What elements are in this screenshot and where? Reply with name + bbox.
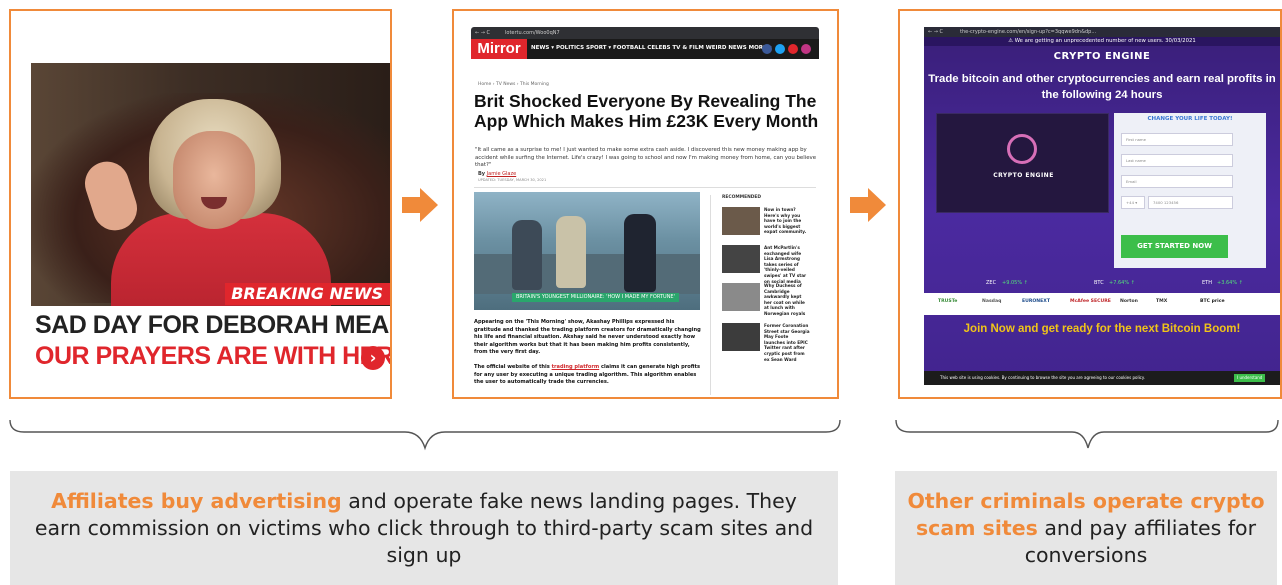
- thumbnail: [722, 245, 760, 273]
- article-headline: Brit Shocked Everyone By Revealing The A…: [474, 91, 819, 131]
- byline-prefix: By: [478, 171, 486, 177]
- diagram: BREAKING NEWS SAD DAY FOR DEBORAH MEADEN…: [0, 0, 1282, 585]
- play-icon[interactable]: [1007, 134, 1037, 164]
- recommended-text: Why Duchess of Cambridge awkwardly kept …: [764, 283, 806, 316]
- breadcrumb[interactable]: Home › TV News › This Morning: [478, 82, 549, 87]
- recommended-item[interactable]: Former Coronation Street star Georgia Ma…: [722, 323, 810, 362]
- guest: [624, 214, 656, 292]
- woman-face: [173, 131, 255, 229]
- arrow-right-icon: [402, 188, 438, 222]
- updated-date: UPDATED: TUESDAY, MARCH 30, 2021: [478, 178, 547, 182]
- ticker-value: +9.05% ↑: [1002, 280, 1028, 286]
- author-link[interactable]: Jamie Glaze: [487, 171, 517, 177]
- video-logo: CRYPTO ENGINE: [993, 172, 1054, 179]
- price-ticker: ZEC +9.05% ↑ BTC +7.64% ↑ ETH +3.64% ↑: [924, 273, 1280, 293]
- chevron-right-icon[interactable]: ›: [361, 346, 385, 370]
- browser-nav-icons: ← → C: [475, 30, 491, 36]
- mirror-nav: Mirror NEWS ▾ POLITICS SPORT ▾ FOOTBALL …: [471, 39, 819, 59]
- browser-bar: ← → C lotertu.com/Woo0qN7: [471, 27, 819, 39]
- panel-fake-news-page: ← → C lotertu.com/Woo0qN7 Mirror NEWS ▾ …: [452, 9, 839, 399]
- breaking-news-badge: BREAKING NEWS: [225, 283, 390, 305]
- mirror-logo[interactable]: Mirror: [471, 39, 527, 59]
- paragraph-text: The official website of this: [474, 363, 550, 370]
- join-now-banner: Join Now and get ready for the next Bitc…: [963, 323, 1241, 335]
- browser-nav-icons: ← → C: [928, 29, 944, 35]
- ad-subheadline: OUR PRAYERS ARE WITH HER: [35, 342, 391, 370]
- first-name-field[interactable]: First name: [1121, 133, 1233, 146]
- panel-crypto-scam-site: ← → C the-crypto-engine.com/en/sign-up?c…: [898, 9, 1282, 399]
- instagram-icon[interactable]: [801, 44, 811, 54]
- email-field[interactable]: Email: [1121, 175, 1233, 188]
- article-body: Appearing on the 'This Morning' show, Ak…: [474, 319, 702, 387]
- mirror-nav-links[interactable]: NEWS ▾ POLITICS SPORT ▾ FOOTBALL CELEBS …: [531, 45, 771, 51]
- caption-criminals: Other criminals operate crypto scam site…: [895, 471, 1277, 585]
- crypto-title: Trade bitcoin and other cryptocurrencies…: [928, 73, 1276, 101]
- image-caption: BRITAIN'S YOUNGEST MILLIONAIRE: 'HOW I M…: [512, 293, 679, 302]
- cookie-accept-button[interactable]: I understand: [1234, 374, 1266, 382]
- crypto-engine-logo: CRYPTO ENGINE: [1053, 51, 1151, 62]
- byline: By Jamie Glaze: [478, 171, 516, 177]
- get-started-button[interactable]: GET STARTED NOW: [1121, 235, 1228, 258]
- form-header: CHANGE YOUR LIFE TODAY!: [1147, 116, 1233, 122]
- pinterest-icon[interactable]: [788, 44, 798, 54]
- ticker-value: +3.64% ↑: [1217, 280, 1243, 286]
- recommended-text: Now in town? Here's why you have to join…: [764, 207, 807, 235]
- phone-field[interactable]: 7400 123456: [1148, 196, 1233, 209]
- caption-text: Other criminals operate crypto scam site…: [905, 488, 1267, 569]
- article-paragraph: Appearing on the 'This Morning' show, Ak…: [474, 319, 701, 356]
- article-paragraph-2: The official website of this trading pla…: [474, 364, 702, 387]
- crypto-page: ⚠ We are getting an unprecedented number…: [924, 37, 1280, 385]
- signup-form: CHANGE YOUR LIFE TODAY! First name Last …: [1114, 113, 1266, 268]
- warning-banner: ⚠ We are getting an unprecedented number…: [924, 37, 1280, 46]
- mcafee-logo: McAfee SECURE: [1070, 299, 1111, 304]
- presenter-2: [556, 216, 586, 288]
- caption-highlight: Affiliates buy advertising: [51, 488, 342, 513]
- ticker-label: ZEC: [986, 280, 997, 286]
- caption-rest: and pay affiliates for conversions: [1024, 515, 1257, 567]
- tv-show-image: BRITAIN'S YOUNGEST MILLIONAIRE: 'HOW I M…: [474, 192, 700, 310]
- ticker-label: BTC: [1094, 280, 1104, 286]
- divider: [474, 187, 816, 188]
- btc-price-label: BTC price: [1200, 299, 1225, 304]
- norton-logo: Norton: [1120, 299, 1138, 304]
- caption-affiliates: Affiliates buy advertising and operate f…: [10, 471, 838, 585]
- trading-platform-link[interactable]: trading platform: [552, 364, 600, 370]
- recommended-item[interactable]: Why Duchess of Cambridge awkwardly kept …: [722, 283, 810, 319]
- breaking-news-ad: BREAKING NEWS SAD DAY FOR DEBORAH MEADEN…: [31, 63, 391, 377]
- truste-logo: TRUSTe: [938, 299, 958, 304]
- column-divider: [710, 195, 711, 395]
- twitter-icon[interactable]: [775, 44, 785, 54]
- caption-text: Affiliates buy advertising and operate f…: [30, 488, 818, 569]
- panel-fake-ad: BREAKING NEWS SAD DAY FOR DEBORAH MEADEN…: [9, 9, 392, 399]
- facebook-icon[interactable]: [762, 44, 772, 54]
- recommended-text: Ant McPartlin's exchanged wife Lisa Arms…: [764, 245, 807, 284]
- tmx-logo: TMX: [1156, 299, 1168, 304]
- arrow-right-icon: [850, 188, 886, 222]
- thumbnail: [722, 323, 760, 351]
- trust-logos: TRUSTe Nasdaq EURONEXT McAfee SECURE Nor…: [924, 293, 1280, 315]
- country-code-select[interactable]: +44 ▾: [1121, 196, 1145, 209]
- cookie-text: This web site is using cookies. By conti…: [940, 375, 1145, 380]
- browser-bar: ← → C the-crypto-engine.com/en/sign-up?c…: [924, 27, 1280, 37]
- promo-video[interactable]: CRYPTO ENGINE: [936, 113, 1109, 213]
- thumbnail: [722, 283, 760, 311]
- nasdaq-logo: Nasdaq: [982, 299, 1002, 304]
- cookie-bar: This web site is using cookies. By conti…: [924, 371, 1280, 385]
- browser-url[interactable]: the-crypto-engine.com/en/sign-up?c=3qqwe…: [960, 29, 1096, 35]
- last-name-field[interactable]: Last name: [1121, 154, 1233, 167]
- ad-headline: SAD DAY FOR DEBORAH MEADEN: [35, 311, 390, 339]
- browser-url[interactable]: lotertu.com/Woo0qN7: [505, 30, 560, 36]
- recommended-item[interactable]: Now in town? Here's why you have to join…: [722, 207, 810, 243]
- ticker-value: +7.64% ↑: [1109, 280, 1135, 286]
- recommended-item[interactable]: Ant McPartlin's exchanged wife Lisa Arms…: [722, 245, 810, 284]
- presenter-1: [512, 220, 542, 290]
- euronext-logo: EURONEXT: [1022, 299, 1050, 304]
- article-intro: "It all came as a surprise to me! I just…: [475, 147, 817, 168]
- ticker-label: ETH: [1202, 280, 1212, 286]
- thumbnail: [722, 207, 760, 235]
- recommended-text: Former Coronation Street star Georgia Ma…: [764, 323, 810, 362]
- recommended-heading: RECOMMENDED: [722, 195, 762, 200]
- sofa: [474, 254, 700, 294]
- brace-icon: [9, 419, 1279, 451]
